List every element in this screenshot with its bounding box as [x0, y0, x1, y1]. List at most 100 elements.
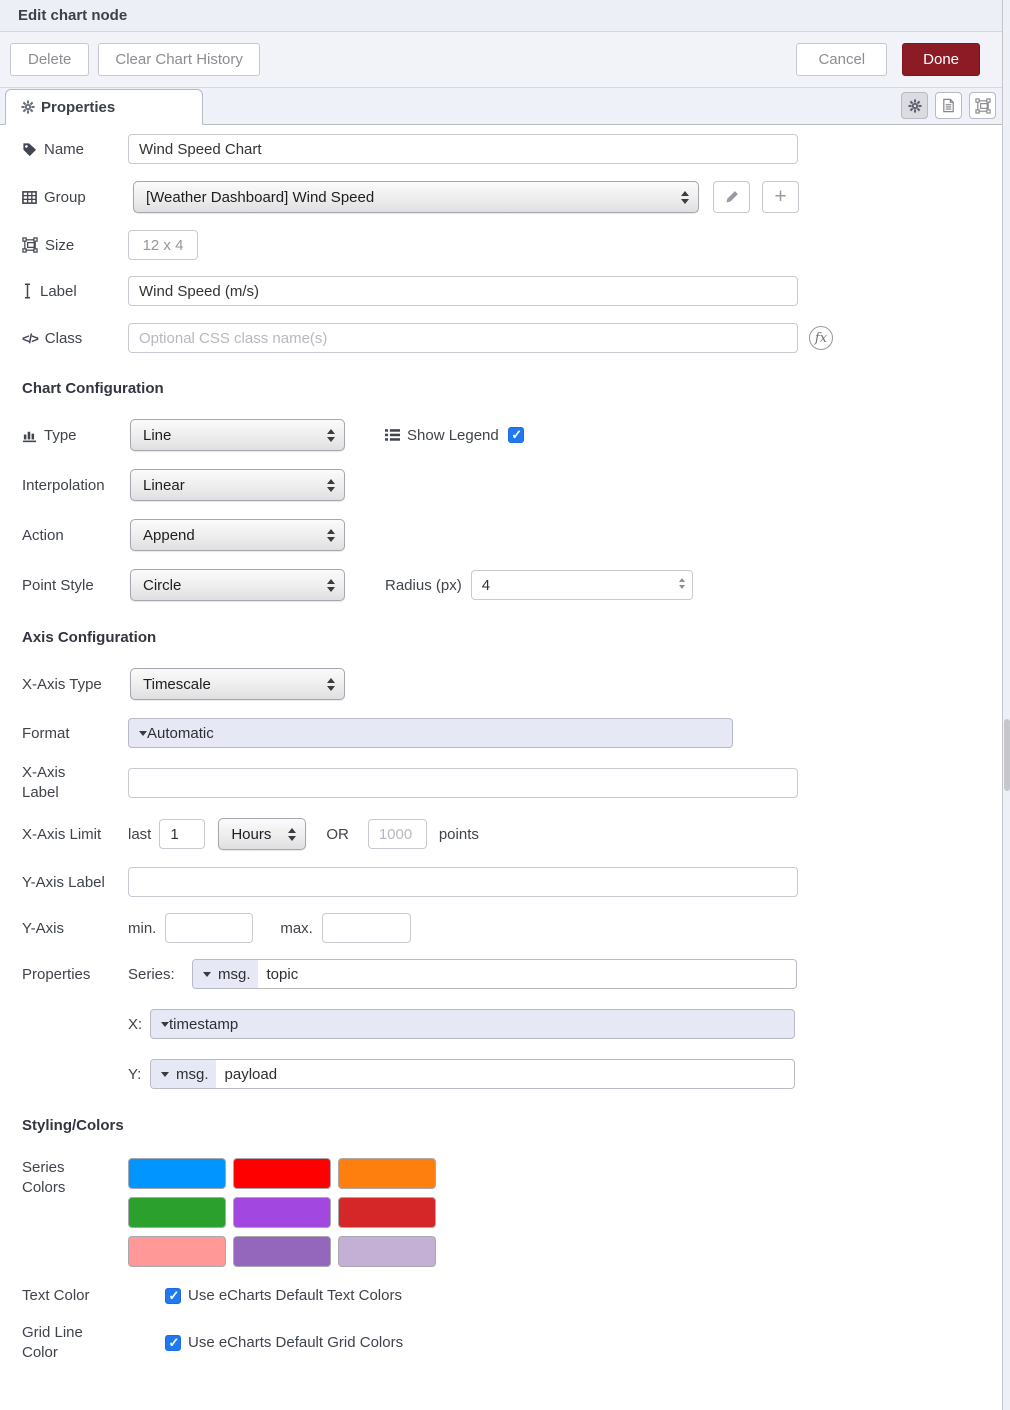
- label-input[interactable]: [128, 276, 798, 306]
- dialog-titlebar: Edit chart node: [0, 0, 1010, 32]
- max-text: max.: [280, 920, 313, 937]
- text-color-checkbox[interactable]: [165, 1288, 181, 1304]
- grid-color-checkbox[interactable]: [165, 1335, 181, 1351]
- select-arrows-icon: [327, 479, 335, 492]
- name-row: Name: [22, 134, 998, 164]
- color-swatch[interactable]: [338, 1158, 436, 1189]
- done-button[interactable]: Done: [902, 43, 980, 76]
- y-prefix: msg.: [176, 1066, 209, 1083]
- label-row: Label: [22, 276, 998, 306]
- grid-color-checkbox-label: Use eCharts Default Grid Colors: [188, 1334, 403, 1351]
- series-colors-label: Series Colors: [22, 1158, 82, 1197]
- chevron-down-icon: [203, 972, 211, 977]
- group-select[interactable]: [Weather Dashboard] Wind Speed: [133, 181, 699, 213]
- description-button[interactable]: [935, 92, 962, 119]
- grid-line-color-label: Grid Line Color: [22, 1323, 92, 1362]
- select-arrows-icon: [327, 579, 335, 592]
- label-label: Label: [40, 283, 77, 300]
- object-group-icon: [22, 237, 38, 253]
- color-swatch[interactable]: [338, 1236, 436, 1267]
- select-arrows-icon: [327, 529, 335, 542]
- i-cursor-icon: [22, 283, 33, 299]
- y-axis-range-row: Y-Axis min. max.: [22, 913, 998, 943]
- radius-input[interactable]: [471, 570, 693, 600]
- grid-line-color-row: Grid Line Color Use eCharts Default Grid…: [22, 1323, 998, 1362]
- type-row: Type Line Show Legend: [22, 419, 998, 451]
- scrollbar-thumb[interactable]: [1004, 719, 1010, 791]
- fx-icon: fx: [809, 326, 833, 350]
- series-value: topic: [258, 966, 308, 983]
- interpolation-select[interactable]: Linear: [130, 469, 345, 501]
- y-max-input[interactable]: [322, 913, 411, 943]
- x-value: timestamp: [169, 1016, 238, 1033]
- add-group-button[interactable]: +: [762, 181, 799, 213]
- point-style-select[interactable]: Circle: [130, 569, 345, 601]
- properties-gear-button[interactable]: [901, 92, 928, 119]
- class-input[interactable]: [128, 323, 798, 353]
- limit-last-input[interactable]: [159, 819, 205, 849]
- chevron-down-icon: [139, 731, 147, 736]
- tab-properties[interactable]: Properties: [5, 89, 203, 125]
- bar-chart-icon: [22, 428, 37, 443]
- type-select[interactable]: Line: [130, 419, 345, 451]
- tag-icon: [22, 142, 37, 157]
- x-text: X:: [128, 1016, 150, 1033]
- limit-points-input[interactable]: [368, 819, 427, 849]
- y-min-input[interactable]: [165, 913, 253, 943]
- size-row: Size 12 x 4: [22, 230, 998, 260]
- tab-properties-label: Properties: [41, 99, 115, 116]
- format-value: Automatic: [147, 725, 214, 742]
- show-legend-group: Show Legend: [385, 427, 524, 444]
- format-label: Format: [22, 725, 70, 742]
- interpolation-label: Interpolation: [22, 477, 105, 494]
- cancel-button[interactable]: Cancel: [796, 43, 887, 76]
- list-icon: [385, 428, 400, 442]
- action-select[interactable]: Append: [130, 519, 345, 551]
- show-legend-checkbox[interactable]: [508, 427, 524, 443]
- clear-chart-history-button[interactable]: Clear Chart History: [98, 43, 260, 76]
- name-input[interactable]: [128, 134, 798, 164]
- properties-label: Properties: [22, 966, 90, 983]
- pencil-icon: [725, 190, 739, 204]
- appearance-button[interactable]: [969, 92, 996, 119]
- y-typedinput[interactable]: msg. payload: [150, 1059, 795, 1089]
- limit-unit-select[interactable]: Hours: [218, 818, 306, 850]
- size-label: Size: [45, 237, 74, 254]
- color-swatch[interactable]: [233, 1158, 331, 1189]
- x-axis-type-select[interactable]: Timescale: [130, 668, 345, 700]
- vertical-scrollbar[interactable]: [1002, 0, 1010, 1410]
- size-button[interactable]: 12 x 4: [128, 230, 198, 260]
- color-swatch[interactable]: [233, 1197, 331, 1228]
- series-property-row: Properties Series: msg. topic: [22, 959, 998, 989]
- x-axis-label-label: X-Axis Label: [22, 763, 86, 802]
- y-axis-label-input[interactable]: [128, 867, 798, 897]
- styling-colors-heading: Styling/Colors: [22, 1117, 1010, 1134]
- chevron-down-icon: [161, 1022, 169, 1027]
- x-axis-label-input[interactable]: [128, 768, 798, 798]
- color-swatch[interactable]: [128, 1236, 226, 1267]
- format-row: Format Automatic: [22, 718, 998, 748]
- last-text: last: [128, 826, 151, 843]
- delete-button[interactable]: Delete: [10, 43, 89, 76]
- radius-label: Radius (px): [385, 577, 462, 594]
- stepper-arrows-icon[interactable]: [679, 578, 685, 589]
- min-text: min.: [128, 920, 156, 937]
- x-typedinput[interactable]: timestamp: [150, 1009, 795, 1039]
- x-axis-type-row: X-Axis Type Timescale: [22, 668, 998, 700]
- object-group-icon: [975, 98, 991, 114]
- series-color-swatches: [128, 1158, 450, 1267]
- text-color-row: Text Color Use eCharts Default Text Colo…: [22, 1287, 998, 1304]
- y-axis-label-row: Y-Axis Label: [22, 867, 998, 897]
- series-typedinput[interactable]: msg. topic: [192, 959, 797, 989]
- color-swatch[interactable]: [338, 1197, 436, 1228]
- action-label: Action: [22, 527, 64, 544]
- y-text: Y:: [128, 1066, 150, 1083]
- color-swatch[interactable]: [128, 1158, 226, 1189]
- or-text: OR: [326, 826, 349, 843]
- color-swatch[interactable]: [233, 1236, 331, 1267]
- code-icon: </>: [22, 331, 38, 346]
- edit-group-button[interactable]: [713, 181, 750, 213]
- format-typedinput[interactable]: Automatic: [128, 718, 733, 748]
- color-swatch[interactable]: [128, 1197, 226, 1228]
- axis-configuration-heading: Axis Configuration: [22, 629, 1010, 646]
